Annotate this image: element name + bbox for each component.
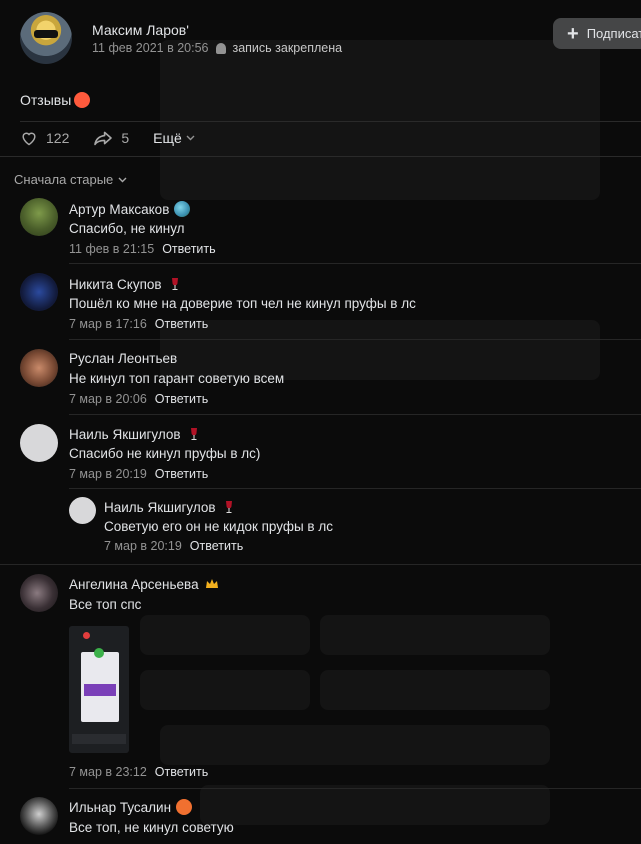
divider [0,564,641,565]
comment-text: Не кинул топ гарант советую всем [69,371,285,386]
share-button[interactable]: 5 [93,130,129,146]
sort-dropdown[interactable]: Сначала старые [14,172,127,187]
comment-text: Спасибо, не кинул [69,221,185,236]
comment-author-name: Ильнар Тусалин [69,799,172,815]
comment-author[interactable]: Наиль Якшигулов [104,499,237,515]
comment-author[interactable]: Ангелина Арсеньева [69,576,220,592]
comment-author-name: Артур Максаков [69,201,170,217]
comment-author[interactable]: Никита Скупов [69,276,183,292]
attached-image[interactable] [69,626,129,753]
post-date[interactable]: 11 фев 2021 в 20:56 [92,41,208,55]
commenter-avatar[interactable] [20,424,58,462]
hot-face-emoji-icon [74,92,91,108]
chevron-down-icon [186,135,195,141]
heart-icon [22,132,36,146]
reply-button[interactable]: Ответить [155,467,208,481]
reply-button[interactable]: Ответить [155,765,208,779]
comment-meta: 7 мар в 17:16 Ответить [69,317,208,331]
comment-date[interactable]: 11 фев в 21:15 [69,242,154,256]
crown-icon [205,579,218,588]
image-detail [72,734,126,744]
comment-meta: 7 мар в 20:06 Ответить [69,392,208,406]
comment-text: Все топ спс [69,597,142,612]
background-panel [160,725,550,765]
comment-author[interactable]: Артур Максаков [69,201,191,217]
post-text: Отзывы [20,92,91,108]
comment-date[interactable]: 7 мар в 20:06 [69,392,147,406]
commenter-avatar[interactable] [20,574,58,612]
reply-button[interactable]: Ответить [155,317,208,331]
android-icon [216,42,227,54]
background-panel [320,670,550,710]
post-actions: 122 5 Ещё [20,130,219,146]
image-detail [83,632,90,639]
share-count: 5 [121,130,130,146]
reply-button[interactable]: Ответить [190,539,243,553]
commenter-avatar[interactable] [20,797,58,835]
divider [69,788,641,789]
divider [69,339,641,340]
like-button[interactable]: 122 [20,130,69,146]
comment-date[interactable]: 7 мар в 20:19 [69,467,147,481]
background-panel [320,615,550,655]
comment-author[interactable]: Ильнар Тусалин [69,799,193,815]
reply-button[interactable]: Ответить [162,242,215,256]
subscribe-button[interactable]: + Подписаться [553,18,641,49]
comment-meta: 7 мар в 23:12 Ответить [69,765,208,779]
author-avatar[interactable] [20,12,72,64]
comment-text: Советую его он не кидок пруфы в лс [104,519,333,534]
image-detail [81,648,119,722]
like-count: 122 [46,130,70,146]
subscribe-label: Подписаться [586,26,641,41]
comment-text: Все топ, не кинул советую [69,820,234,835]
comment-date[interactable]: 7 мар в 20:19 [104,539,182,553]
sort-label: Сначала старые [14,172,114,187]
chevron-down-icon [118,177,127,182]
comment-meta: 7 мар в 20:19 Ответить [69,467,208,481]
post-author[interactable]: Максим Ларов' [92,22,189,38]
commenter-avatar[interactable] [20,198,58,236]
globe-icon [174,201,191,217]
wine-icon [171,278,178,290]
divider [69,263,641,264]
wine-icon [190,428,197,440]
comment-author[interactable]: Наиль Якшигулов [69,426,202,442]
pinned-label: запись закреплена [232,41,343,55]
comment-author-name: Наиль Якшигулов [104,499,216,515]
background-panel [200,785,550,825]
share-icon [94,131,113,146]
more-label: Ещё [153,130,182,146]
comment-meta: 7 мар в 20:19 Ответить [104,539,243,553]
post-header: Максим Ларов' 11 фев 2021 в 20:56 запись… [20,12,641,68]
image-detail [94,648,104,658]
angry-face-icon [176,799,193,815]
divider [20,121,641,122]
commenter-avatar[interactable] [69,497,96,524]
comment-author-name: Руслан Леонтьев [69,351,178,366]
background-panel [140,615,310,655]
divider [69,488,641,489]
plus-icon: + [567,22,579,45]
post-text-content: Отзывы [20,92,72,108]
comment-meta: 11 фев в 21:15 Ответить [69,242,216,256]
reply-button[interactable]: Ответить [155,392,208,406]
wine-icon [225,501,232,513]
comment-author[interactable]: Руслан Леонтьев [69,351,177,366]
comment-date[interactable]: 7 мар в 23:12 [69,765,147,779]
comment-author-name: Ангелина Арсеньева [69,576,199,592]
comment-text: Спасибо не кинул пруфы в лс) [69,446,261,461]
divider [0,156,641,157]
image-detail [84,684,116,696]
comment-text: Пошёл ко мне на доверие топ чел не кинул… [69,296,416,311]
comment-date[interactable]: 7 мар в 17:16 [69,317,147,331]
more-button[interactable]: Ещё [153,130,195,146]
background-panel [140,670,310,710]
comment-author-name: Наиль Якшигулов [69,426,181,442]
post-meta: 11 фев 2021 в 20:56 запись закреплена [92,41,342,55]
commenter-avatar[interactable] [20,349,58,387]
commenter-avatar[interactable] [20,273,58,311]
divider [69,414,641,415]
comment-author-name: Никита Скупов [69,276,162,292]
